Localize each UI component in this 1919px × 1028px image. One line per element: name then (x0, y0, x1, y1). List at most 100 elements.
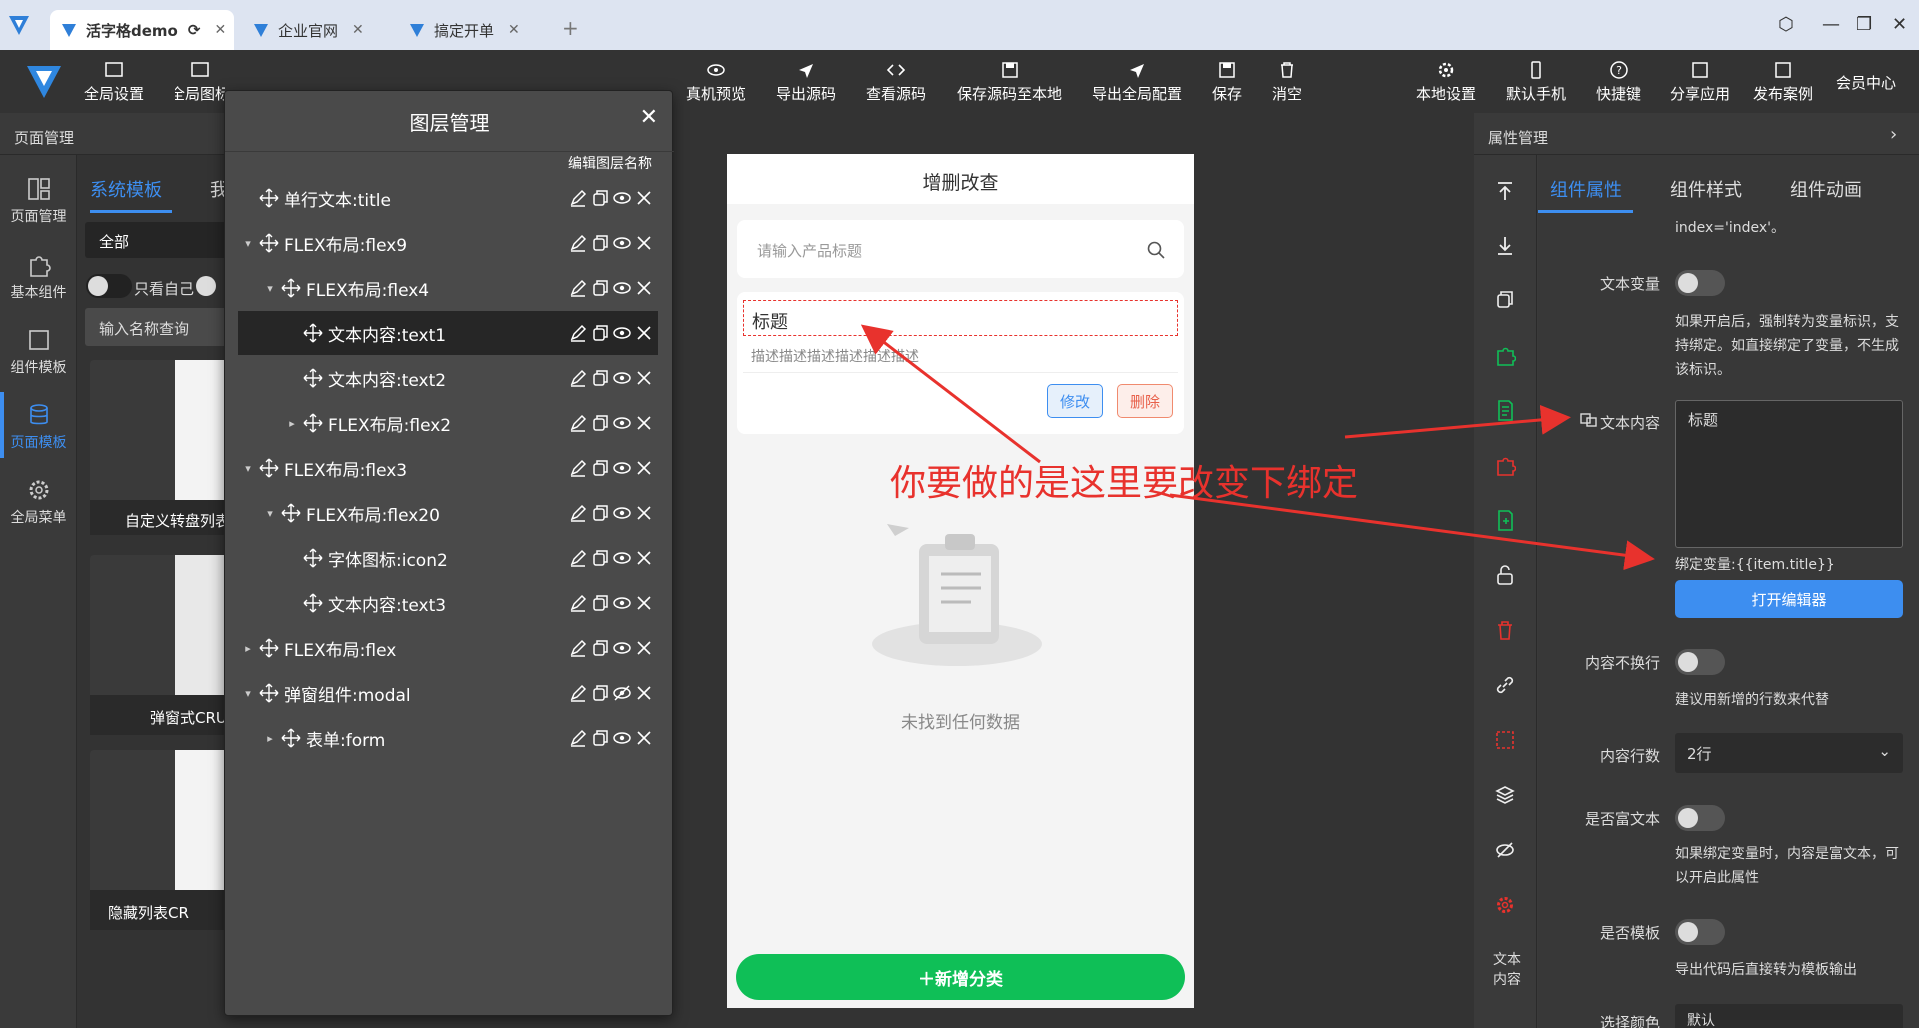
tab-order[interactable]: 搞定开单 ✕ (408, 10, 534, 50)
layers-icon[interactable] (1494, 784, 1516, 806)
save-button[interactable]: 保存 (1212, 60, 1242, 104)
expand-toggle-icon[interactable]: ▸ (282, 417, 302, 430)
local-settings-button[interactable]: 本地设置 (1416, 60, 1476, 104)
nav-page-templates[interactable]: 页面模板 (0, 402, 77, 452)
nav-page-manage[interactable]: 页面管理 (0, 176, 77, 226)
tab-component-props[interactable]: 组件属性 (1550, 176, 1622, 202)
close-icon[interactable] (634, 683, 654, 703)
arrow-down-icon[interactable] (1494, 234, 1516, 256)
edit-icon[interactable] (568, 278, 588, 298)
layer-row[interactable]: 文本内容:text2 (238, 356, 658, 400)
search-icon[interactable] (1146, 240, 1166, 260)
close-icon[interactable]: ✕ (640, 105, 658, 130)
move-icon[interactable] (258, 188, 280, 208)
publish-case-button[interactable]: 发布案例 (1753, 60, 1813, 104)
eye-icon[interactable] (612, 278, 632, 298)
nav-global-menu[interactable]: 全局菜单 (0, 477, 77, 527)
default-phone-button[interactable]: 默认手机 (1506, 60, 1566, 104)
edit-icon[interactable] (568, 233, 588, 253)
layer-row[interactable]: 文本内容:text1 (238, 311, 658, 355)
eye-off-icon[interactable] (1494, 839, 1516, 861)
card-title-text[interactable]: 标题 (743, 300, 1178, 336)
share-app-button[interactable]: 分享应用 (1670, 60, 1730, 104)
layer-row[interactable]: 单行文本:title (238, 176, 658, 220)
template-card[interactable]: 弹窗式CRU (90, 555, 230, 735)
layer-row[interactable]: ▸ 表单:form (238, 716, 658, 760)
global-icons-button[interactable]: 全局图标 (175, 60, 225, 104)
shortcuts-button[interactable]: ? 快捷键 (1596, 60, 1641, 104)
move-icon[interactable] (302, 368, 324, 388)
eye-icon[interactable] (612, 503, 632, 523)
copy-icon[interactable] (590, 683, 610, 703)
delete-button[interactable]: 删除 (1117, 384, 1173, 418)
select-box-icon[interactable] (1494, 729, 1516, 751)
copy-icon[interactable] (590, 548, 610, 568)
tab-enterprise-site[interactable]: 企业官网 ✕ (252, 10, 378, 50)
move-icon[interactable] (302, 548, 324, 568)
move-icon[interactable] (302, 323, 324, 343)
close-icon[interactable] (634, 368, 654, 388)
copy-icon[interactable] (590, 458, 610, 478)
clear-button[interactable]: 消空 (1272, 60, 1302, 104)
export-global-config-button[interactable]: 导出全局配置 (1092, 60, 1182, 104)
edit-button[interactable]: 修改 (1047, 384, 1103, 418)
close-icon[interactable]: ✕ (214, 22, 226, 38)
rich-toggle[interactable] (1675, 805, 1725, 831)
edit-icon[interactable] (568, 548, 588, 568)
close-icon[interactable] (634, 503, 654, 523)
only-mine-toggle[interactable] (86, 274, 132, 298)
open-editor-button[interactable]: 打开编辑器 (1675, 580, 1903, 618)
copy-icon[interactable] (590, 368, 610, 388)
edit-icon[interactable] (568, 683, 588, 703)
close-icon[interactable] (634, 728, 654, 748)
edit-icon[interactable] (568, 368, 588, 388)
add-category-button[interactable]: ＋新增分类 (736, 954, 1185, 1000)
add-document-icon[interactable] (1494, 509, 1516, 531)
move-icon[interactable] (280, 728, 302, 748)
close-icon[interactable]: ✕ (352, 22, 364, 38)
expand-toggle-icon[interactable]: ▾ (260, 282, 280, 295)
move-icon[interactable] (258, 233, 280, 253)
layer-row[interactable]: ▾ FLEX布局:flex9 (238, 221, 658, 265)
eye-icon[interactable] (612, 458, 632, 478)
edit-icon[interactable] (568, 638, 588, 658)
layer-row[interactable]: ▾ FLEX布局:flex3 (238, 446, 658, 490)
move-icon[interactable] (302, 593, 324, 613)
document-icon[interactable] (1494, 399, 1516, 421)
eye-icon[interactable] (612, 233, 632, 253)
layer-row[interactable]: ▸ FLEX布局:flex (238, 626, 658, 670)
nowrap-toggle[interactable] (1675, 649, 1725, 675)
template-card[interactable]: 隐藏列表CR (90, 750, 230, 930)
copy-icon[interactable] (590, 728, 610, 748)
layer-row[interactable]: ▾ FLEX布局:flex4 (238, 266, 658, 310)
copy-icon[interactable] (590, 638, 610, 658)
close-window-icon[interactable]: ✕ (1892, 14, 1907, 35)
nav-basic-components[interactable]: 基本组件 (0, 252, 77, 302)
tab-component-style[interactable]: 组件样式 (1670, 176, 1742, 202)
puzzle-icon[interactable] (1494, 454, 1516, 476)
edit-icon[interactable] (568, 593, 588, 613)
copy-icon[interactable] (590, 323, 610, 343)
tab-component-animation[interactable]: 组件动画 (1790, 176, 1862, 202)
template-search-input[interactable]: 输入名称查询 (85, 308, 235, 346)
link-icon[interactable] (1494, 674, 1516, 696)
expand-toggle-icon[interactable]: ▾ (238, 462, 258, 475)
close-icon[interactable] (634, 458, 654, 478)
close-icon[interactable] (634, 278, 654, 298)
expand-toggle-icon[interactable]: ▾ (260, 507, 280, 520)
copy-icon[interactable] (590, 503, 610, 523)
layer-row[interactable]: ▾ 弹窗组件:modal (238, 671, 658, 715)
toggle-knob[interactable] (196, 276, 216, 296)
eye-icon[interactable] (612, 413, 632, 433)
global-settings-button[interactable]: 全局设置 (84, 60, 144, 104)
edit-icon[interactable] (568, 413, 588, 433)
move-icon[interactable] (258, 458, 280, 478)
content-textarea[interactable]: 标题 (1675, 400, 1903, 548)
text-var-toggle[interactable] (1675, 270, 1725, 296)
view-source-button[interactable]: 查看源码 (866, 60, 926, 104)
copy-icon[interactable] (1494, 289, 1516, 311)
copy-icon[interactable] (590, 413, 610, 433)
move-icon[interactable] (258, 683, 280, 703)
move-icon[interactable] (280, 278, 302, 298)
close-icon[interactable]: ✕ (508, 22, 520, 38)
